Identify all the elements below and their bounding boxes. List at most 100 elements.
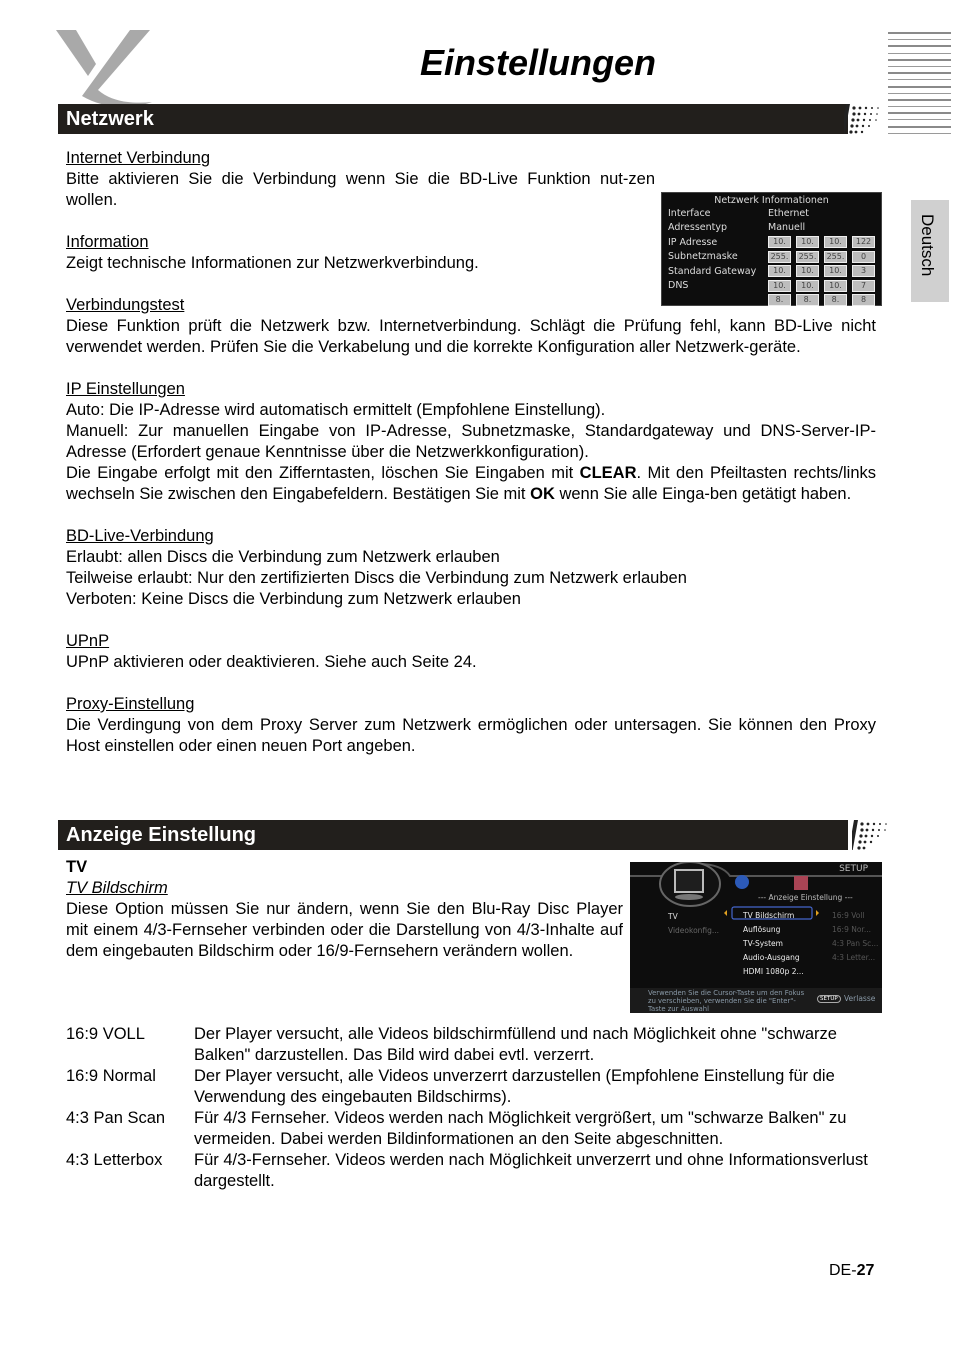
heading-dots-decoration <box>852 820 887 850</box>
subheading-tv-bildschirm: TV Bildschirm <box>66 879 168 897</box>
network-info-row: 8. 8. 8. 8 <box>662 293 881 308</box>
tv-screen-options-table: 16:9 VOLL Der Player versucht, alle Video… <box>66 1024 886 1192</box>
network-info-row: Interface Ethernet <box>662 206 881 221</box>
option-desc: Für 4/3 Fernseher. Videos werden nach Mö… <box>194 1109 847 1148</box>
option-key: 4:3 Letterbox <box>66 1151 163 1169</box>
setup-button-glyph: SETUP <box>817 995 841 1003</box>
ip-field: 255. <box>824 250 847 263</box>
network-info-label: Standard Gateway <box>668 265 757 277</box>
item-line: Manuell: Zur manuellen Eingabe von IP-Ad… <box>66 422 876 461</box>
item-title: Information <box>66 233 149 251</box>
ip-field: 10. <box>824 279 847 292</box>
network-info-label: DNS <box>668 280 689 292</box>
page-prefix: DE- <box>829 1262 857 1279</box>
menu-left-item: Videokonfig... <box>668 926 720 935</box>
ip-field: 8. <box>796 294 819 307</box>
ip-field: 8. <box>824 294 847 307</box>
ip-field: 8 <box>852 294 875 307</box>
section-heading-anzeige: Anzeige Einstellung <box>58 820 848 850</box>
option-desc: Der Player versucht, alle Videos bildsch… <box>194 1025 837 1064</box>
network-info-value: Ethernet <box>768 207 809 219</box>
item-body: UPnP aktivieren oder deaktivieren. Siehe… <box>66 653 477 671</box>
item-body: Bitte aktivieren Sie die Verbindung wenn… <box>66 170 655 209</box>
anzeige-content: TV TV Bildschirm Diese Option müssen Sie… <box>66 857 623 962</box>
ip-field: 10. <box>824 265 847 278</box>
item-line: Erlaubt: allen Discs die Verbindung zum … <box>66 548 500 566</box>
ip-field: 10. <box>824 236 847 249</box>
menu-mid-item: Auflösung <box>743 925 781 934</box>
option-key: 16:9 Normal <box>66 1067 156 1085</box>
ip-field: 10. <box>796 265 819 278</box>
network-info-screenshot: Netzwerk Informationen Interface Ethernet… <box>661 192 882 308</box>
ip-field: 10. <box>768 236 791 249</box>
network-info-label: Subnetzmaske <box>668 251 738 263</box>
item-body: Diese Option müssen Sie nur ändern, wenn… <box>66 900 623 960</box>
option-row: 4:3 Pan Scan Für 4/3 Fernseher. Videos we… <box>66 1108 886 1150</box>
item-body: Zeigt technische Informationen zur Netzw… <box>66 254 479 272</box>
option-desc: Der Player versucht, alle Videos unverze… <box>194 1067 835 1106</box>
menu-mid-item: TV Bildschirm <box>743 911 795 920</box>
menu-right-item: 16:9 Nor... <box>832 925 871 934</box>
item-line: Teilweise erlaubt: Nur den zertifizierte… <box>66 569 687 587</box>
ip-field: 255. <box>768 250 791 263</box>
ip-field: 0 <box>852 250 875 263</box>
network-info-row: Subnetzmaske 255. 255. 255. 0 <box>662 250 881 265</box>
menu-right-item: 4:3 Letter... <box>832 953 876 962</box>
option-key: 16:9 VOLL <box>66 1025 145 1043</box>
item-title: IP Einstellungen <box>66 380 185 398</box>
language-tab: Deutsch <box>911 200 949 302</box>
key-ok: OK <box>530 485 555 503</box>
menu-mid-item: TV-System <box>743 939 783 948</box>
network-info-label: Adressentyp <box>668 222 728 234</box>
key-clear: CLEAR <box>579 464 637 482</box>
section-heading-netzwerk: Netzwerk <box>58 104 848 134</box>
subheading-tv: TV <box>66 858 88 876</box>
menu-mid-item: HDMI 1080p 2... <box>743 967 804 976</box>
page-number-value: 27 <box>856 1262 875 1279</box>
item-line: Auto: Die IP-Adresse wird automatisch er… <box>66 401 606 419</box>
item-title: BD-Live-Verbindung <box>66 527 214 545</box>
item-title: Proxy-Einstellung <box>66 695 195 713</box>
decorative-stripes <box>888 32 951 139</box>
ip-field: 8. <box>768 294 791 307</box>
text-fragment: Die Eingabe erfolgt mit den Zifferntaste… <box>66 464 580 482</box>
option-row: 4:3 Letterbox Für 4/3-Fernseher. Videos w… <box>66 1150 886 1192</box>
network-info-row: Standard Gateway 10. 10. 10. 3 <box>662 264 881 279</box>
language-label: Deutsch <box>918 214 937 277</box>
display-settings-screenshot: SETUP --- Anzeige Einstellung --- TV Vid… <box>630 862 882 1013</box>
option-key: 4:3 Pan Scan <box>66 1109 166 1127</box>
menu-mid-item: Audio-Ausgang <box>743 953 800 962</box>
menu-left-item: TV <box>668 912 678 921</box>
text-fragment: wenn Sie alle Einga-ben getätigt haben. <box>554 485 852 503</box>
ip-field: 10. <box>768 265 791 278</box>
option-row: 16:9 Normal Der Player versucht, alle Vid… <box>66 1066 886 1108</box>
item-title: UPnP <box>66 632 110 650</box>
menu-right-item: 4:3 Pan Sc... <box>832 939 879 948</box>
network-info-row: DNS 10. 10. 10. 7 <box>662 279 881 294</box>
menu-title: --- Anzeige Einstellung --- <box>758 893 853 902</box>
network-info-label: IP Adresse <box>668 236 718 248</box>
ip-field: 7 <box>852 279 875 292</box>
ip-field: 122 <box>852 236 875 249</box>
item-line: Verboten: Keine Discs die Verbindung zum… <box>66 590 521 608</box>
menu-right-item: 16:9 Voll <box>832 911 865 920</box>
network-info-row: Adressentyp Manuell <box>662 221 881 236</box>
page-title: Einstellungen <box>419 42 657 83</box>
ip-field: 10. <box>796 279 819 292</box>
exit-label: Verlasse <box>844 994 876 1003</box>
option-desc: Für 4/3-Fernseher. Videos werden nach Mö… <box>194 1151 868 1190</box>
network-info-value: Manuell <box>768 222 806 234</box>
screenshot-header: Netzwerk Informationen <box>714 195 829 206</box>
network-info-label: Interface <box>668 207 711 219</box>
ip-field: 10. <box>768 279 791 292</box>
item-title: Internet Verbindung <box>66 149 211 167</box>
page-number: DE-27 <box>829 1262 874 1280</box>
item-body: Die Verdingung von dem Proxy Server zum … <box>66 716 876 755</box>
network-info-row: IP Adresse 10. 10. 10. 122 <box>662 235 881 250</box>
setup-label: SETUP <box>839 864 868 874</box>
item-body: Diese Funktion prüft die Netzwerk bzw. I… <box>66 317 876 356</box>
hint-text: Verwenden Sie die Cursor-Taste um den Fo… <box>648 989 805 1013</box>
ip-field: 3 <box>852 265 875 278</box>
ip-field: 10. <box>796 236 819 249</box>
heading-dots-decoration <box>844 104 879 134</box>
